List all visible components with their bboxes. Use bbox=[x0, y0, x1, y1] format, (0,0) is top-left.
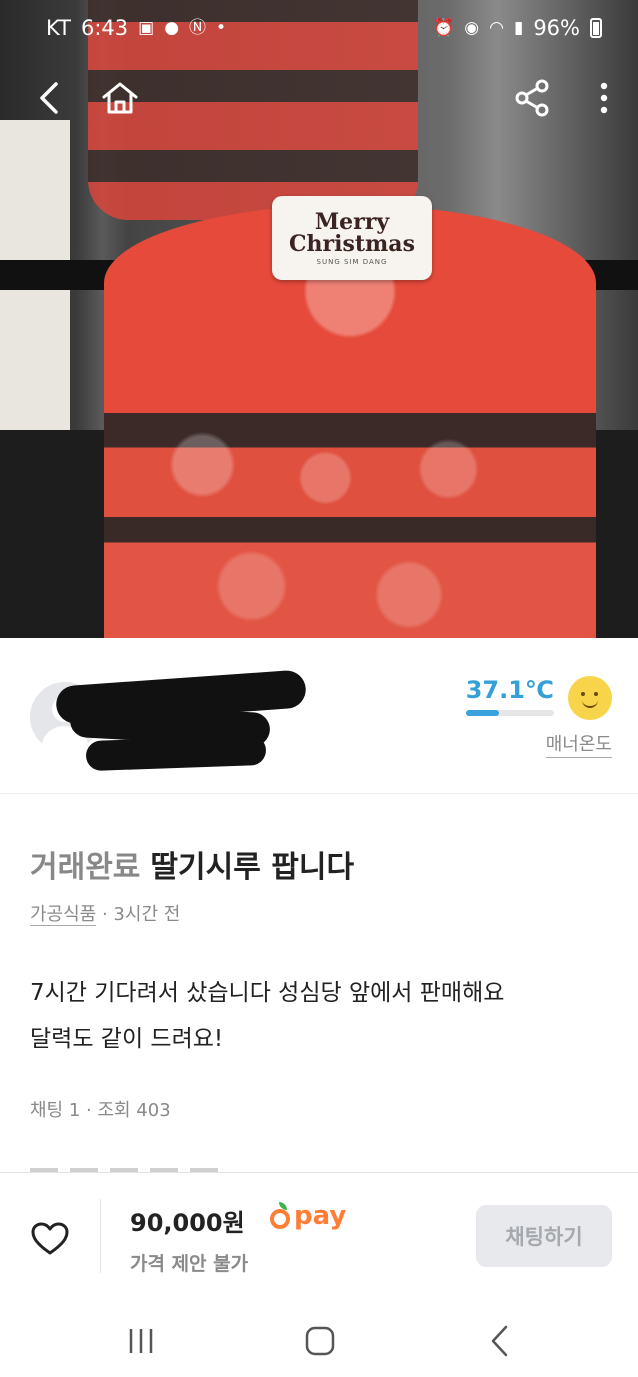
manner-temperature-fill bbox=[466, 710, 499, 716]
redacted-extra bbox=[85, 734, 267, 772]
post-stats: 채팅 1 · 조회 403 bbox=[30, 1100, 171, 1121]
location-icon: ◉ bbox=[464, 17, 480, 38]
clock: 6:43 bbox=[80, 16, 129, 40]
post-meta: 가공식품 · 3시간 전 bbox=[30, 900, 180, 926]
top-nav bbox=[0, 68, 638, 128]
manner-temperature-label[interactable]: 매너온도 bbox=[545, 730, 612, 758]
category-link[interactable]: 가공식품 bbox=[30, 904, 97, 926]
trade-status-badge: 거래완료 bbox=[30, 850, 141, 885]
divider bbox=[100, 1199, 101, 1273]
back-chevron-icon bbox=[491, 1325, 508, 1357]
share-icon bbox=[515, 79, 549, 117]
like-button[interactable] bbox=[28, 1217, 72, 1261]
dot-icon: • bbox=[216, 17, 227, 38]
topper-line1: Merry bbox=[314, 208, 390, 235]
alarm-icon: ⏰ bbox=[433, 17, 455, 38]
back-button[interactable] bbox=[20, 68, 80, 128]
more-vertical-icon bbox=[600, 82, 608, 114]
carrier: KT bbox=[46, 16, 71, 40]
home-square-icon bbox=[305, 1326, 335, 1356]
signal-icon: ▮ bbox=[513, 17, 524, 38]
home-button[interactable] bbox=[90, 68, 150, 128]
pay-label: pay bbox=[294, 1201, 347, 1231]
recent-apps-button[interactable] bbox=[111, 1316, 171, 1366]
smiley-face-icon bbox=[568, 676, 612, 720]
manner-temperature-bar bbox=[466, 710, 554, 716]
wifi-icon: ◠ bbox=[489, 17, 504, 38]
post-time: · 3시간 전 bbox=[101, 904, 181, 925]
system-navigation-bar bbox=[0, 1302, 638, 1377]
post-title: 거래완료 딸기시루 팝니다 bbox=[30, 842, 354, 886]
heart-icon bbox=[31, 1222, 69, 1255]
price-offer-note: 가격 제안 불가 bbox=[130, 1253, 249, 1275]
talk-icon: ● bbox=[164, 17, 180, 38]
battery-percent: 96% bbox=[533, 16, 580, 40]
topper-brand: SUNG SIM DANG bbox=[316, 257, 388, 266]
status-bar: KT 6:43 ▣ ● Ⓝ • ⏰ ◉ ◠ ▮ 96% bbox=[0, 0, 638, 56]
share-button[interactable] bbox=[502, 68, 562, 128]
bottom-action-bar: 90,000원 pay 가격 제안 불가 채팅하기 bbox=[0, 1172, 638, 1302]
manner-temperature-value: 37.1℃ bbox=[465, 676, 554, 704]
gallery-icon: ▣ bbox=[138, 17, 155, 38]
back-system-button[interactable] bbox=[470, 1316, 530, 1366]
more-button[interactable] bbox=[574, 68, 634, 128]
pay-badge: pay bbox=[270, 1201, 346, 1231]
battery-icon bbox=[590, 18, 602, 38]
product-image[interactable]: Merry Christmas SUNG SIM DANG KT 6:43 ▣ … bbox=[0, 0, 638, 638]
pay-logo-icon bbox=[270, 1202, 290, 1229]
chat-button[interactable]: 채팅하기 bbox=[476, 1205, 612, 1267]
cake-topper: Merry Christmas SUNG SIM DANG bbox=[272, 196, 432, 280]
back-icon bbox=[40, 82, 58, 114]
post-description: 7시간 기다려서 샀습니다 성심당 앞에서 판매해요 달력도 같이 드려요! bbox=[30, 980, 505, 1052]
post-title-text: 딸기시루 팝니다 bbox=[150, 850, 355, 885]
n-icon: Ⓝ bbox=[189, 17, 207, 38]
seller-profile[interactable]: 37.1℃ 매너온도 bbox=[0, 638, 638, 794]
topper-line2: Christmas bbox=[289, 230, 415, 257]
recent-apps-icon bbox=[129, 1329, 153, 1353]
price: 90,000원 bbox=[130, 1209, 245, 1237]
home-icon bbox=[102, 82, 138, 114]
home-system-button[interactable] bbox=[290, 1316, 350, 1366]
